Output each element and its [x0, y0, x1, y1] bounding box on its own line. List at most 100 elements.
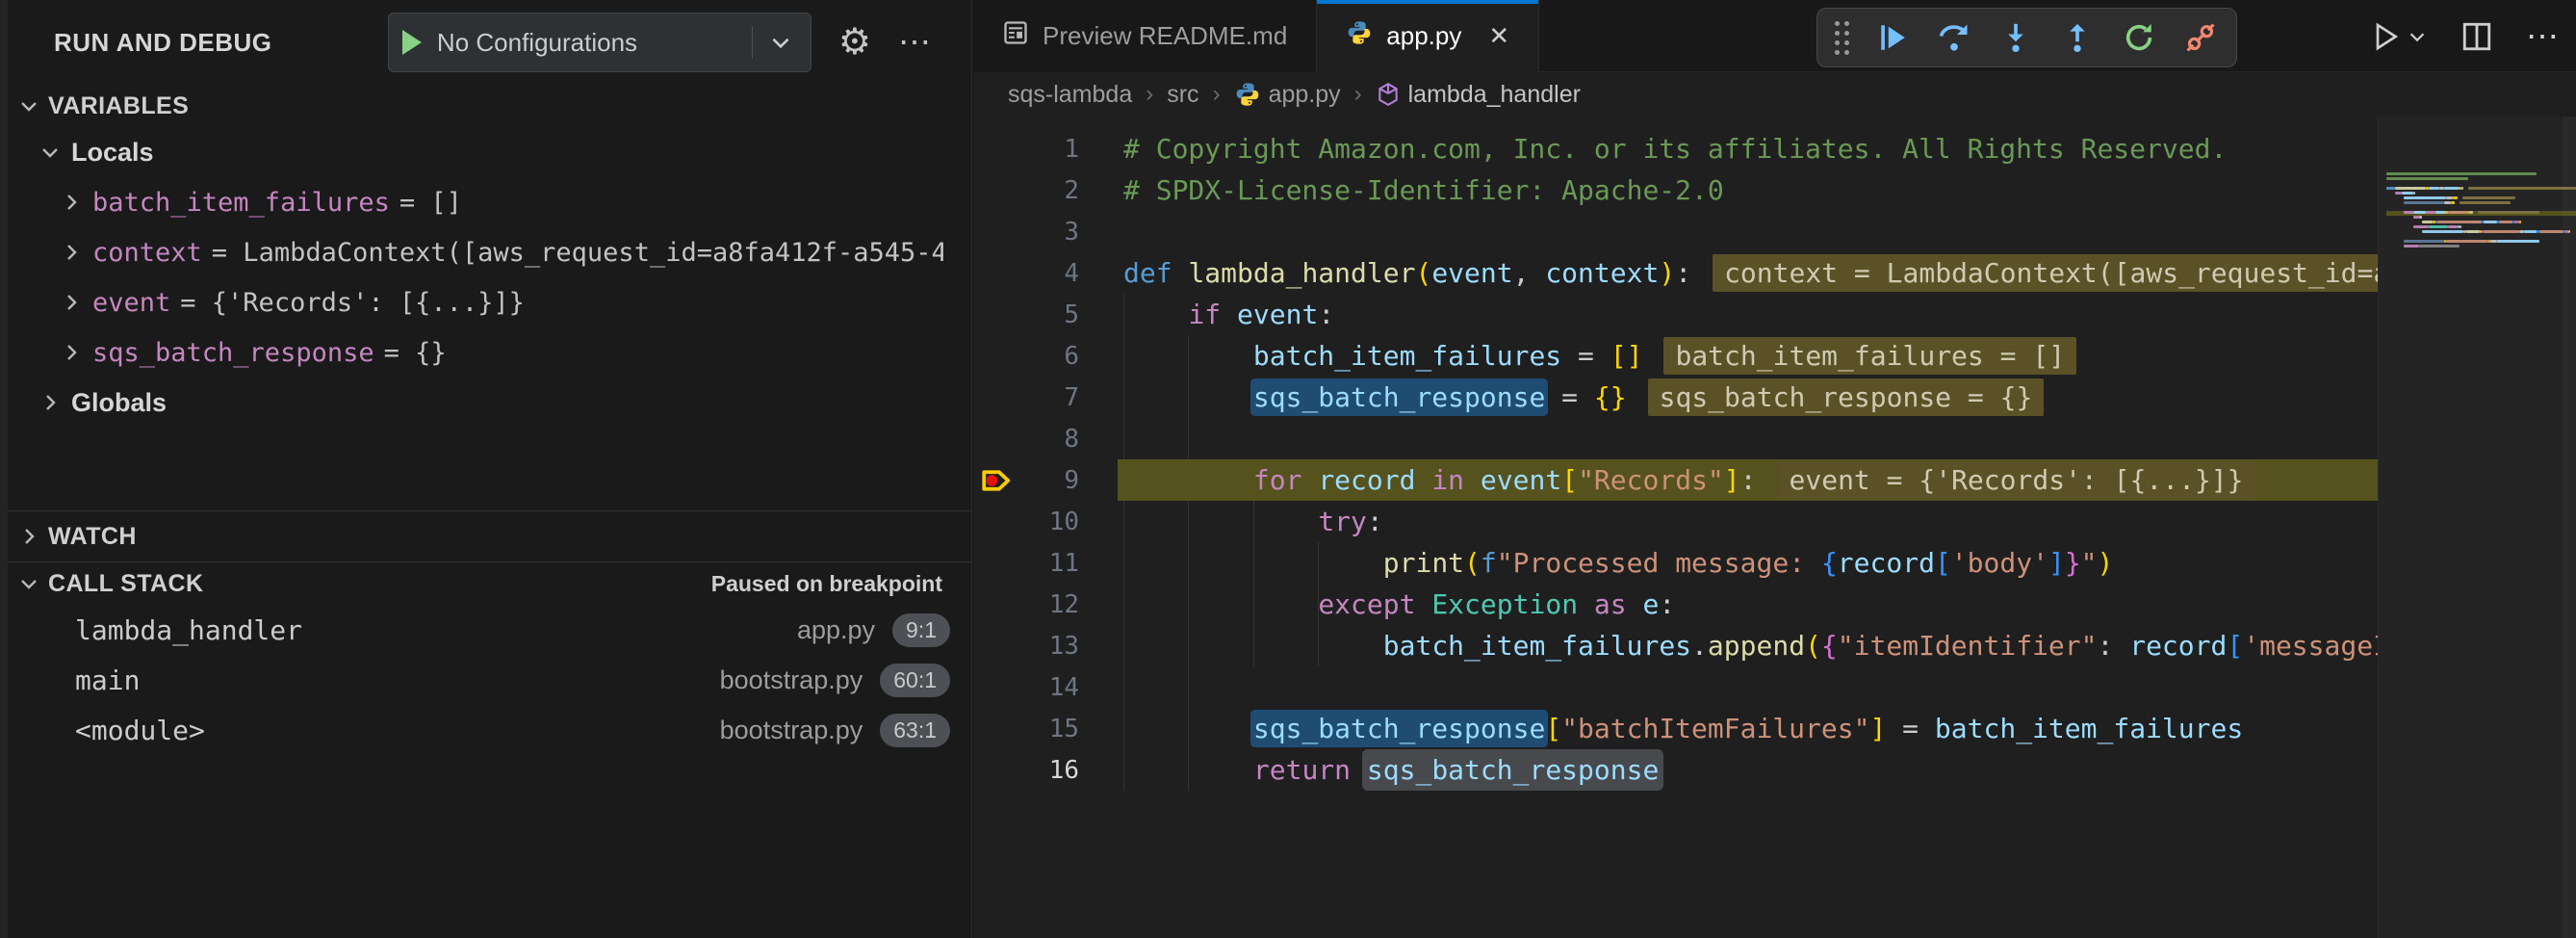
token: {	[1821, 630, 1838, 662]
tab-app-py[interactable]: app.py✕	[1317, 0, 1539, 72]
token: =	[1886, 713, 1935, 744]
breakpoint-arrow-icon[interactable]	[973, 466, 1021, 495]
continue-button[interactable]	[1874, 19, 1911, 56]
chevron-down-icon[interactable]	[768, 30, 793, 55]
code-text: def lambda_handler(event, context):conte…	[1123, 254, 2378, 292]
code-line-1[interactable]: 1# Copyright Amazon.com, Inc. or its aff…	[973, 128, 2378, 169]
debug-config-label: No Configurations	[437, 28, 736, 58]
drag-grip[interactable]	[1835, 21, 1849, 55]
token: {}	[1594, 381, 1627, 413]
call-stack-frame[interactable]: lambda_handlerapp.py9:1	[0, 605, 971, 655]
code-line-6[interactable]: 6batch_item_failures = []batch_item_fail…	[973, 335, 2378, 377]
step-over-button[interactable]	[1936, 19, 1972, 56]
token: batch_item_failures	[1383, 630, 1691, 662]
variable-value: = {'Records': [{...}]}	[180, 288, 525, 318]
token: [	[1545, 713, 1561, 744]
line-number: 12	[1021, 590, 1079, 619]
chevron-down-icon	[39, 141, 62, 164]
token: (	[1464, 547, 1481, 579]
code-line-4[interactable]: 4def lambda_handler(event, context):cont…	[973, 252, 2378, 294]
token: :	[2098, 630, 2130, 662]
token: 'messageId'	[2243, 630, 2378, 662]
token: [	[2227, 630, 2243, 662]
breadcrumb-item-sqs-lambda[interactable]: sqs-lambda	[1008, 81, 1132, 109]
call-stack-frame[interactable]: <module>bootstrap.py63:1	[0, 705, 971, 755]
restart-button[interactable]	[2121, 19, 2157, 56]
gear-icon[interactable]: ⚙	[838, 24, 871, 61]
call-stack-header-label: CALL STACK	[48, 570, 203, 598]
code-editor[interactable]: 1# Copyright Amazon.com, Inc. or its aff…	[973, 117, 2378, 938]
split-editor-button[interactable]	[2460, 20, 2493, 53]
frame-file: bootstrap.py	[720, 665, 863, 695]
token: sqs_batch_response	[1367, 754, 1659, 786]
code-line-7[interactable]: 7sqs_batch_response = {}sqs_batch_respon…	[973, 377, 2378, 418]
debug-config-dropdown[interactable]: No Configurations	[388, 13, 811, 72]
code-line-9[interactable]: 9for record in event["Records"]:event = …	[973, 459, 2378, 501]
paused-status-label: Paused on breakpoint	[711, 571, 942, 597]
breadcrumb: sqs-lambda›src›app.py›lambda_handler	[973, 72, 2576, 117]
breadcrumb-item-app-py[interactable]: app.py	[1234, 81, 1341, 109]
tab-bar: Preview README.mdapp.py✕	[973, 0, 2576, 72]
token: ,	[1513, 257, 1546, 289]
code-line-13[interactable]: 13batch_item_failures.append({"itemIdent…	[973, 625, 2378, 666]
code-line-15[interactable]: 15sqs_batch_response["batchItemFailures"…	[973, 708, 2378, 749]
locals-group-row[interactable]: Locals	[0, 127, 971, 177]
step-into-button[interactable]	[1997, 19, 2034, 56]
line-number: 6	[1021, 342, 1079, 371]
token: # Copyright Amazon.com, Inc. or its affi…	[1123, 133, 2227, 165]
code-line-11[interactable]: 11print(f"Processed message: {record['bo…	[973, 542, 2378, 584]
variable-row[interactable]: batch_item_failures = []	[0, 177, 971, 227]
chevron-right-icon	[39, 391, 62, 414]
chevron-right-icon	[60, 291, 83, 314]
token: append	[1708, 630, 1805, 662]
code-line-2[interactable]: 2# SPDX-License-Identifier: Apache-2.0	[973, 169, 2378, 211]
chevron-down-icon	[17, 94, 40, 117]
breadcrumb-item-lambda-handler[interactable]: lambda_handler	[1376, 81, 1581, 109]
token: (	[1415, 257, 1431, 289]
close-icon[interactable]: ✕	[1488, 21, 1509, 51]
variable-row[interactable]: sqs_batch_response = {}	[0, 327, 971, 378]
token: "Records"	[1578, 464, 1724, 496]
tab-preview-readme-md[interactable]: Preview README.md	[973, 0, 1317, 72]
frame-file: bootstrap.py	[720, 716, 863, 745]
chevron-right-icon	[60, 241, 83, 264]
step-out-button[interactable]	[2059, 19, 2096, 56]
code-line-14[interactable]: 14	[973, 666, 2378, 708]
breadcrumb-item-src[interactable]: src	[1167, 81, 1198, 109]
frame-file: app.py	[797, 615, 875, 645]
call-stack-frame[interactable]: mainbootstrap.py60:1	[0, 655, 971, 705]
run-button[interactable]	[2370, 21, 2428, 52]
variable-name: event	[92, 288, 170, 318]
token: 'body'	[1951, 547, 2048, 579]
disconnect-button[interactable]	[2182, 19, 2219, 56]
code-text: for record in event["Records"]:event = {…	[1123, 461, 2255, 499]
breadcrumb-label: app.py	[1269, 81, 1341, 109]
code-line-12[interactable]: 12except Exception as e:	[973, 584, 2378, 625]
code-text: if event:	[1123, 299, 1334, 330]
scrollbar[interactable]	[2563, 117, 2576, 938]
globals-group-row[interactable]: Globals	[0, 378, 971, 428]
variable-row[interactable]: context = LambdaContext([aws_request_id=…	[0, 227, 971, 277]
more-actions-icon[interactable]: ⋯	[2526, 17, 2559, 56]
variable-row[interactable]: event = {'Records': [{...}]}	[0, 277, 971, 327]
breadcrumb-separator: ›	[1211, 81, 1223, 108]
watch-section-header[interactable]: WATCH	[0, 511, 971, 561]
code-line-16[interactable]: 16return sqs_batch_response	[973, 749, 2378, 791]
token: "itemIdentifier"	[1838, 630, 2098, 662]
variables-section-header[interactable]: VARIABLES	[0, 85, 971, 127]
code-line-8[interactable]: 8	[973, 418, 2378, 459]
code-line-10[interactable]: 10try:	[973, 501, 2378, 542]
start-debug-icon[interactable]	[402, 30, 422, 55]
variable-name: batch_item_failures	[92, 188, 390, 218]
code-text: try:	[1123, 506, 1383, 537]
token: Exception	[1431, 588, 1578, 620]
minimap[interactable]	[2378, 117, 2576, 938]
call-stack-section-header[interactable]: CALL STACK Paused on breakpoint	[0, 562, 971, 605]
globals-label: Globals	[71, 388, 167, 418]
code-line-5[interactable]: 5if event:	[973, 294, 2378, 335]
token: ]	[1869, 713, 1886, 744]
token: return	[1253, 754, 1367, 786]
more-actions-icon[interactable]: ⋯	[898, 26, 933, 59]
token: sqs_batch_response	[1253, 713, 1545, 744]
code-line-3[interactable]: 3	[973, 211, 2378, 252]
